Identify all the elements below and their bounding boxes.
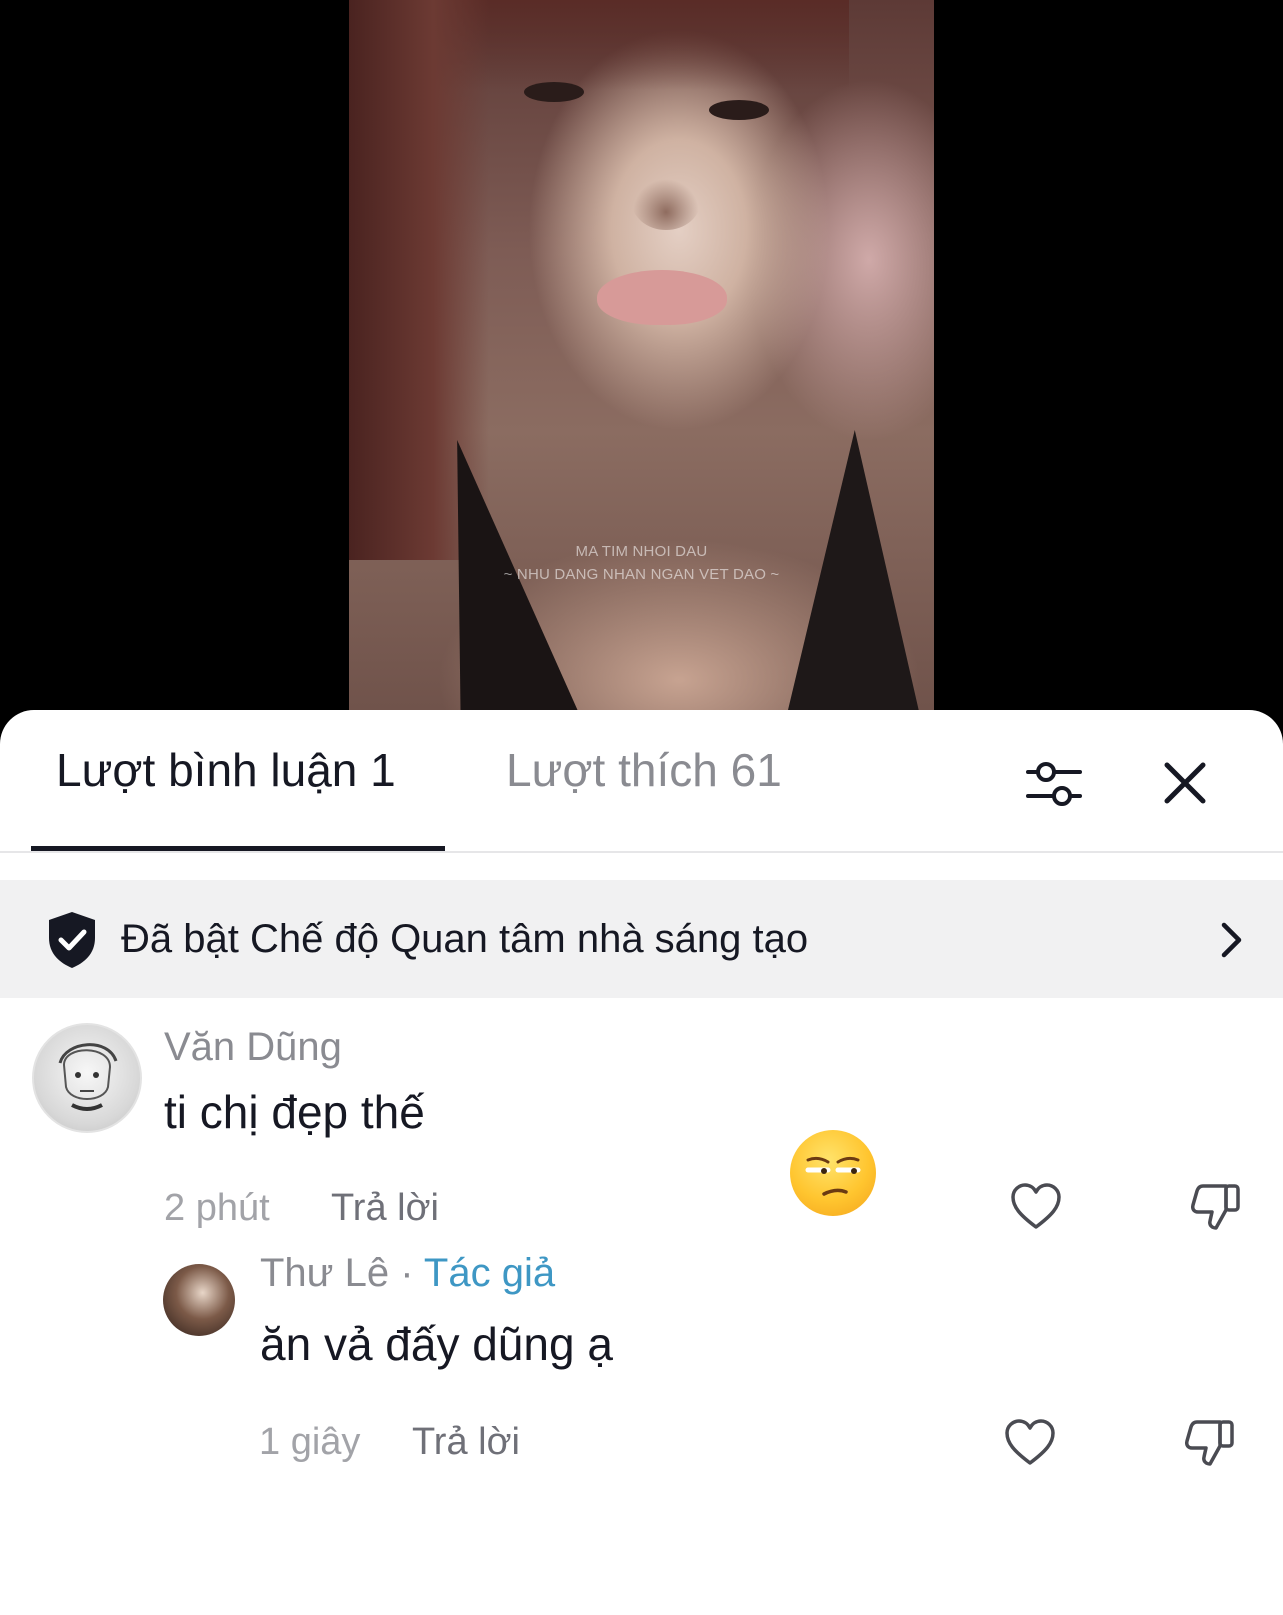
shield-check-icon (46, 910, 98, 970)
heart-outline-icon[interactable] (1004, 1418, 1056, 1468)
video-eye-left (524, 82, 584, 102)
sliders-icon[interactable] (1025, 758, 1083, 810)
comments-panel: Lượt bình luận 1 Lượt thích 61 Đã bật Ch… (0, 710, 1283, 1615)
comment-time: 2 phút (164, 1187, 270, 1229)
tab-divider (0, 851, 1283, 853)
tab-likes[interactable]: Lượt thích 61 (506, 742, 782, 798)
creator-care-banner[interactable]: Đã bật Chế độ Quan tâm nhà sáng tạo (0, 880, 1283, 998)
reply-button[interactable]: Trả lời (331, 1184, 439, 1232)
video-frame[interactable]: MA TIM NHOI DAU ~ NHU DANG NHAN NGAN VET… (349, 0, 934, 720)
video-nose (631, 170, 701, 230)
banner-text: Đã bật Chế độ Quan tâm nhà sáng tạo (121, 917, 809, 961)
username-separator: · (400, 1251, 414, 1295)
comment-text: ti chị đẹp thế (164, 1086, 425, 1138)
reply-time: 1 giây (259, 1421, 361, 1463)
avatar[interactable] (163, 1264, 235, 1336)
heart-outline-icon[interactable] (1010, 1182, 1062, 1232)
thumbs-down-outline-icon[interactable] (1184, 1418, 1236, 1468)
reply-username-line: Thư Lê · Tác giả (260, 1248, 555, 1298)
reply-text: ăn vả đấy dũng ạ (260, 1318, 613, 1370)
avatar[interactable] (32, 1023, 142, 1133)
thumbs-down-outline-icon[interactable] (1190, 1182, 1242, 1232)
reply-button[interactable]: Trả lời (412, 1418, 520, 1466)
video-lips (597, 270, 727, 325)
video-player[interactable]: MA TIM NHOI DAU ~ NHU DANG NHAN NGAN VET… (0, 0, 1283, 720)
reply-username[interactable]: Thư Lê (260, 1251, 389, 1295)
author-badge: Tác giả (423, 1251, 556, 1295)
tab-comments[interactable]: Lượt bình luận 1 (56, 742, 396, 798)
chevron-right-icon[interactable] (1216, 920, 1246, 960)
video-eye-right (709, 100, 769, 120)
close-icon[interactable] (1162, 760, 1208, 806)
comment-username[interactable]: Văn Dũng (164, 1022, 342, 1072)
video-watermark-line2: ~ NHU DANG NHAN NGAN VET DAO ~ (503, 566, 780, 583)
video-watermark-line1: MA TIM NHOI DAU (575, 543, 708, 560)
unamused-face-emoji-icon (790, 1130, 876, 1216)
